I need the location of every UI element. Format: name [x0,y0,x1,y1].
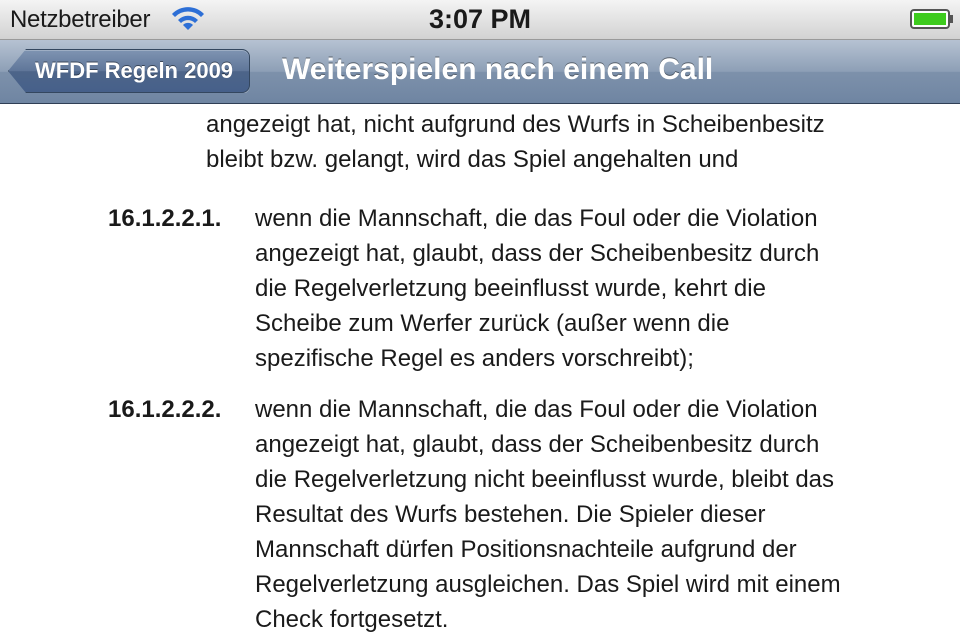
text-line: angezeigt hat, glaubt, dass der Scheiben… [255,431,820,458]
rule-number: 16.1.2.2.1. [108,205,222,232]
text-line: die Regelverletzung nicht beeinflusst wu… [255,466,835,493]
status-bar: Netzbetreiber 3:07 PM [0,0,960,40]
navigation-bar: WFDF Regeln 2009 Weiterspielen nach eine… [0,40,960,104]
text-line: Check fortgesetzt. [255,606,449,633]
text-line: Regelverletzung ausgleichen. Das Spiel w… [255,571,841,598]
intro-paragraph: angezeigt hat, nicht aufgrund des Wurfs … [206,107,946,177]
battery-icon [910,9,953,29]
rule-number: 16.1.2.2.2. [108,396,222,423]
clock: 3:07 PM [428,4,532,34]
text-line: wenn die Mannschaft, die das Foul oder d… [255,205,818,232]
text-line: bleibt bzw. gelangt, wird das Spiel ange… [206,146,739,173]
text-line: Mannschaft dürfen Positionsnachteile auf… [255,536,797,563]
text-line: spezifische Regel es anders vorschreibt)… [255,345,694,372]
text-line: angezeigt hat, nicht aufgrund des Wurfs … [206,111,825,138]
text-line: angezeigt hat, glaubt, dass der Scheiben… [255,240,820,267]
back-button[interactable]: WFDF Regeln 2009 [8,49,251,93]
text-line: wenn die Mannschaft, die das Foul oder d… [255,396,818,423]
text-line: die Regelverletzung beeinflusst wurde, k… [255,275,766,302]
rule-text: wenn die Mannschaft, die das Foul oder d… [255,201,945,376]
page-title: Weiterspielen nach einem Call [282,53,714,86]
rules-content[interactable]: angezeigt hat, nicht aufgrund des Wurfs … [0,104,960,640]
rule-text: wenn die Mannschaft, die das Foul oder d… [255,392,945,637]
text-line: Scheibe zum Werfer zurück (außer wenn di… [255,310,730,337]
text-line: Resultat des Wurfs bestehen. Die Spieler… [255,501,766,528]
